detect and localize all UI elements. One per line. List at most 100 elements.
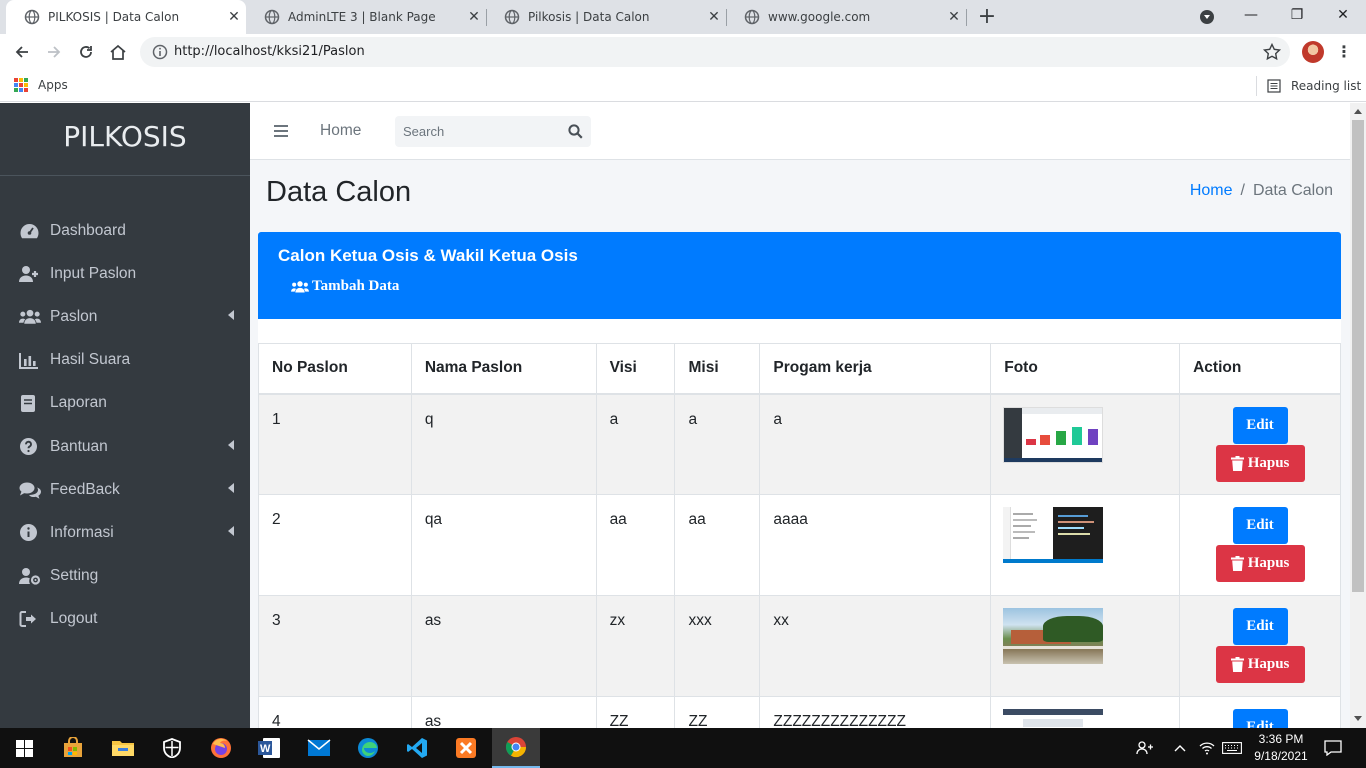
system-clock[interactable]: 3:36 PM 9/18/2021 — [1246, 731, 1316, 765]
content-wrapper: Home Data Calon Home / Data Calon Calon Ke… — [250, 103, 1350, 728]
start-button[interactable] — [0, 728, 48, 768]
cell-visi: a — [595, 393, 676, 495]
reload-button[interactable] — [73, 39, 99, 65]
forward-button[interactable] — [41, 39, 67, 65]
table-row: 4 as ZZ ZZ ZZZZZZZZZZZZZZ Edit — [258, 696, 1341, 728]
sidebar-item-paslon[interactable]: Paslon — [0, 295, 250, 338]
sidebar-item-bantuan[interactable]: Bantuan — [0, 425, 250, 468]
sidebar-item-setting[interactable]: Setting — [0, 555, 250, 598]
taskbar-security[interactable] — [148, 728, 196, 768]
close-tab-icon[interactable]: ✕ — [222, 9, 246, 25]
notifications-icon[interactable] — [1324, 728, 1342, 768]
column-header[interactable]: Progam kerja — [759, 343, 992, 395]
browser-tab-pilkosis-data-calon[interactable]: PILKOSIS | Data Calon ✕ — [6, 0, 246, 34]
users-icon — [19, 307, 41, 327]
taskbar-mail[interactable] — [295, 728, 343, 768]
hapus-button[interactable]: Hapus — [1215, 646, 1305, 683]
page-scrollbar[interactable] — [1350, 103, 1366, 728]
restore-button[interactable]: ❐ — [1274, 0, 1320, 34]
close-tab-icon[interactable]: ✕ — [462, 9, 486, 25]
content-header: Data Calon Home / Data Calon — [250, 160, 1350, 232]
cell-nama: q — [410, 393, 597, 495]
taskbar-store[interactable] — [49, 728, 97, 768]
sidebar-item-informasi[interactable]: Informasi — [0, 511, 250, 554]
breadcrumb-current: Data Calon — [1252, 182, 1333, 199]
chevron-up-icon[interactable] — [1174, 728, 1186, 768]
sidebar-item-hasil-suara[interactable]: Hasil Suara — [0, 339, 250, 382]
scroll-up-arrow-icon[interactable] — [1354, 109, 1362, 114]
back-button[interactable] — [9, 39, 35, 65]
url-text[interactable]: http://localhost/kksi21/Paslon — [174, 44, 365, 59]
nav-home-link[interactable]: Home — [320, 122, 361, 140]
search-input[interactable] — [395, 116, 560, 147]
address-bar[interactable]: http://localhost/kksi21/Paslon — [140, 37, 1290, 67]
cell-no: 2 — [258, 494, 412, 596]
column-header[interactable]: Action — [1179, 343, 1341, 395]
sidebar-item-label: Dashboard — [50, 221, 126, 239]
globe-icon — [504, 9, 520, 25]
close-tab-icon[interactable]: ✕ — [702, 9, 726, 25]
sidebar-item-feedback[interactable]: FeedBack — [0, 468, 250, 511]
taskbar-file-explorer[interactable] — [99, 728, 147, 768]
sidebar-item-laporan[interactable]: Laporan — [0, 382, 250, 425]
reload-icon — [80, 46, 92, 58]
clock-date: 9/18/2021 — [1254, 749, 1308, 763]
globe-icon — [744, 9, 760, 25]
mail-icon — [307, 739, 331, 756]
hapus-button[interactable]: Hapus — [1215, 545, 1305, 582]
edit-button[interactable]: Edit — [1232, 507, 1288, 544]
column-header[interactable]: Visi — [595, 343, 676, 395]
info-icon[interactable] — [152, 44, 168, 60]
minimize-button[interactable]: — — [1228, 0, 1274, 34]
trash-icon — [1230, 556, 1244, 571]
taskbar-firefox[interactable] — [197, 728, 245, 768]
taskbar-word[interactable]: W — [245, 728, 293, 768]
taskbar-edge[interactable] — [344, 728, 392, 768]
cell-foto — [990, 696, 1181, 728]
taskbar-vscode[interactable] — [393, 728, 441, 768]
sidebar-item-logout[interactable]: Logout — [0, 598, 250, 641]
new-tab-button[interactable]: + — [974, 4, 1000, 30]
edit-button[interactable]: Edit — [1232, 406, 1288, 444]
sidebar-item-label: Hasil Suara — [50, 351, 131, 369]
keyboard-icon[interactable] — [1222, 728, 1242, 768]
home-icon — [110, 44, 126, 60]
reading-list-label: Reading list — [1291, 79, 1362, 93]
hamburger-menu-icon[interactable] — [274, 125, 288, 137]
sidebar-item-dashboard[interactable]: Dashboard — [0, 209, 250, 252]
sidebar-item-input-paslon[interactable]: Input Paslon — [0, 252, 250, 295]
bookmark-star-icon[interactable] — [1262, 42, 1282, 62]
apps-shortcut[interactable]: Apps — [14, 78, 68, 92]
store-bag-icon — [64, 737, 82, 757]
column-header[interactable]: Misi — [674, 343, 761, 395]
browser-tab-google[interactable]: www.google.com ✕ — [726, 0, 966, 34]
search-icon[interactable] — [568, 124, 583, 139]
brand-logo[interactable]: PILKOSIS — [0, 103, 250, 176]
browser-tab-pilkosis-data-calon-2[interactable]: Pilkosis | Data Calon ✕ — [486, 0, 726, 34]
data-calon-card: Calon Ketua Osis & Wakil Ketua Osis Tamb… — [258, 232, 1341, 728]
close-tab-icon[interactable]: ✕ — [942, 9, 966, 25]
breadcrumb-home-link[interactable]: Home — [1190, 182, 1233, 199]
tambah-data-button[interactable]: Tambah Data — [290, 278, 399, 295]
hapus-button[interactable]: Hapus — [1215, 444, 1305, 482]
column-header[interactable]: No Paslon — [258, 343, 412, 395]
close-window-button[interactable]: ✕ — [1320, 0, 1366, 34]
profile-avatar[interactable] — [1302, 41, 1324, 63]
scroll-down-arrow-icon[interactable] — [1354, 716, 1362, 721]
reading-list-button[interactable]: Reading list — [1256, 76, 1361, 96]
people-icon[interactable] — [1136, 728, 1154, 768]
top-navbar: Home — [250, 103, 1350, 160]
wifi-icon[interactable] — [1199, 728, 1215, 768]
edit-button[interactable]: Edit — [1232, 709, 1288, 728]
edit-button[interactable]: Edit — [1232, 608, 1288, 645]
home-button[interactable] — [105, 39, 131, 65]
column-header[interactable]: Nama Paslon — [410, 343, 597, 395]
browser-menu-icon[interactable]: ⋮ — [1336, 42, 1352, 62]
taskbar-xampp[interactable] — [442, 728, 490, 768]
taskbar-chrome[interactable] — [492, 728, 540, 768]
cell-action: Edit Hapus — [1179, 393, 1341, 495]
browser-tab-adminlte[interactable]: AdminLTE 3 | Blank Page ✕ — [246, 0, 486, 34]
scroll-thumb[interactable] — [1352, 120, 1364, 592]
column-header[interactable]: Foto — [990, 343, 1181, 395]
tab-search-icon[interactable] — [1200, 10, 1214, 24]
